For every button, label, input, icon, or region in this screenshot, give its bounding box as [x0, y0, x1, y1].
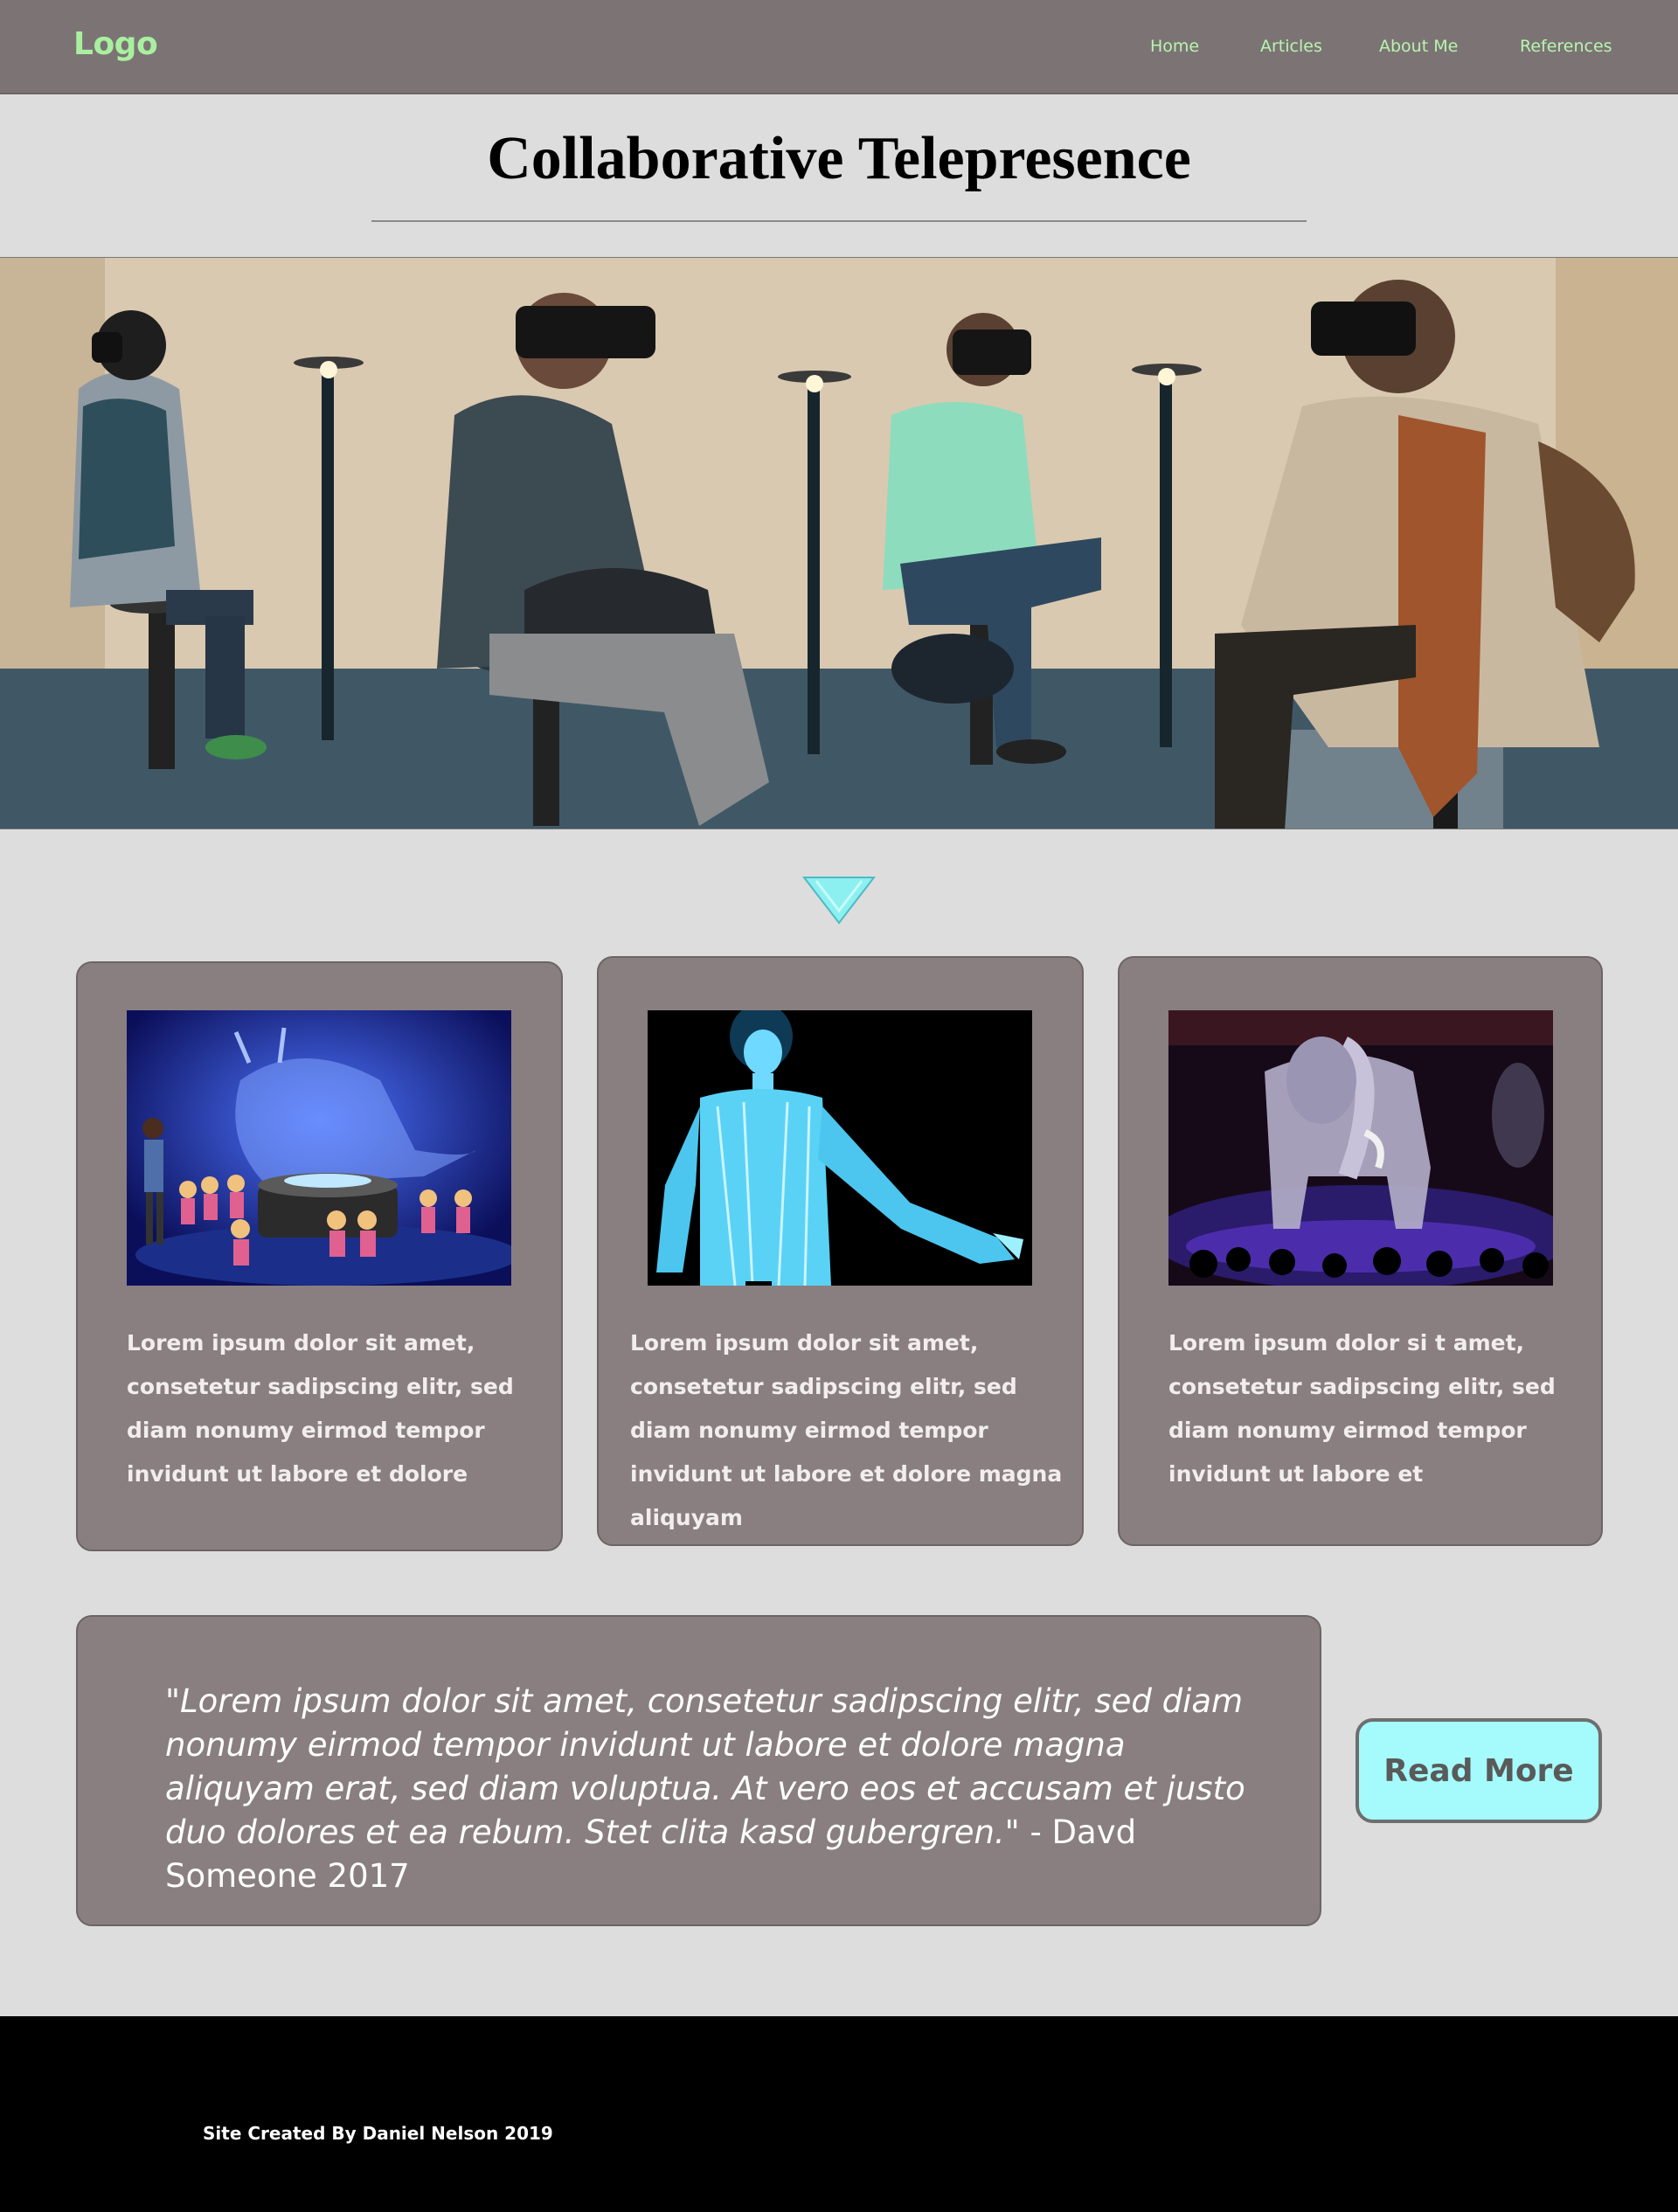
quote-box: "Lorem ipsum dolor sit amet, consetetur …	[76, 1615, 1321, 1926]
card-1-text: Lorem ipsum dolor sit amet, consetetur s…	[127, 1330, 514, 1487]
read-more-button[interactable]: Read More	[1356, 1718, 1602, 1823]
footer-credit: Site Created By Daniel Nelson 2019	[203, 2123, 553, 2144]
article-card-2[interactable]: Lorem ipsum dolor sit amet, consetetur s…	[597, 956, 1084, 1546]
quote-paragraph: "Lorem ipsum dolor sit amet, consetetur …	[165, 1680, 1266, 1898]
footer: Site Created By Daniel Nelson 2019	[0, 2016, 1678, 2212]
page-title: Collaborative Telepresence	[487, 125, 1191, 192]
card-image-hologram-performer	[648, 1010, 1032, 1286]
hero-image-vr-users	[0, 257, 1678, 829]
nav-link-references[interactable]: References	[1520, 37, 1612, 56]
card-2-text: Lorem ipsum dolor sit amet, consetetur s…	[630, 1330, 1063, 1530]
main-nav: Home Articles About Me References	[0, 37, 1678, 63]
article-card-1[interactable]: Lorem ipsum dolor sit amet, consetetur s…	[76, 961, 563, 1551]
nav-link-articles[interactable]: Articles	[1260, 37, 1322, 56]
article-card-3[interactable]: Lorem ipsum dolor si t amet, consetetur …	[1118, 956, 1603, 1546]
card-image-hologram-elephant	[1168, 1010, 1553, 1286]
scroll-down-arrow-icon[interactable]	[802, 876, 876, 925]
nav-link-about-me[interactable]: About Me	[1379, 37, 1458, 56]
title-divider	[371, 220, 1307, 222]
top-navbar: Logo Home Articles About Me References	[0, 0, 1678, 94]
nav-link-home[interactable]: Home	[1150, 37, 1199, 56]
card-image-hologram-dinosaur	[127, 1010, 511, 1286]
card-3-text: Lorem ipsum dolor si t amet, consetetur …	[1168, 1330, 1556, 1487]
